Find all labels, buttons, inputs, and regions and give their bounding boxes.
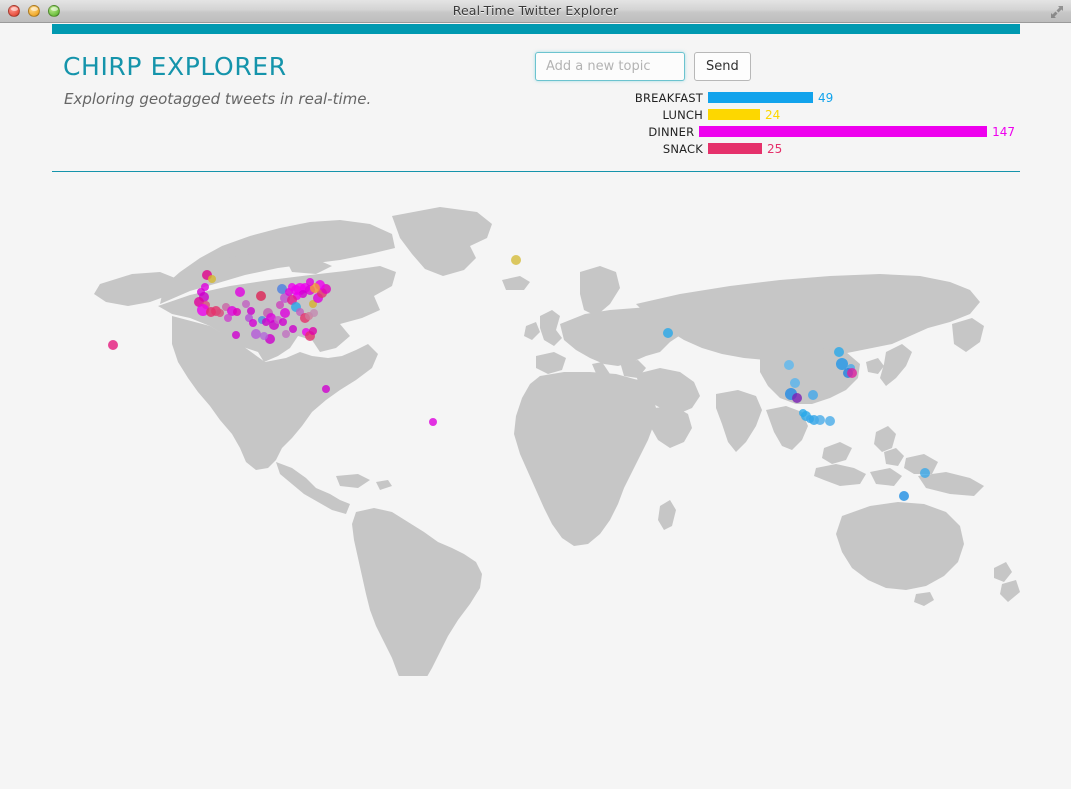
bar-label: LUNCH: [662, 107, 703, 122]
bar-track: 24: [708, 108, 1015, 122]
window-titlebar: Real-Time Twitter Explorer: [0, 0, 1071, 23]
bar-value: 147: [992, 124, 1015, 139]
send-button[interactable]: Send: [694, 52, 751, 81]
bar-row[interactable]: DINNER 147: [585, 124, 1015, 139]
window-title: Real-Time Twitter Explorer: [452, 3, 619, 18]
add-topic-form: Send: [535, 52, 751, 81]
bar-value: 49: [818, 90, 834, 105]
bar-label: SNACK: [662, 141, 703, 156]
bar-value: 24: [765, 107, 781, 122]
bar-track: 147: [699, 125, 1015, 139]
map-panel[interactable]: [0, 176, 1071, 789]
bar-row[interactable]: SNACK 25: [585, 141, 1015, 156]
page-tagline: Exploring geotagged tweets in real-time.: [64, 90, 372, 108]
world-landmasses: [94, 207, 1020, 676]
bar-fill: [708, 92, 813, 103]
header-divider: [52, 171, 1020, 172]
page-header: CHIRP EXPLORER Exploring geotagged tweet…: [52, 40, 1020, 171]
topic-bar-chart: BREAKFAST 49 LUNCH 24 DINNER 147 SNACK 25: [585, 90, 1015, 158]
bar-fill: [708, 143, 762, 154]
app-window: Real-Time Twitter Explorer CHIRP EXPLORE…: [0, 0, 1071, 789]
resize-grip-icon[interactable]: [1049, 4, 1065, 20]
bar-label: BREAKFAST: [634, 90, 703, 105]
bar-track: 25: [708, 142, 1015, 156]
page-title: CHIRP EXPLORER: [63, 52, 287, 81]
bar-row[interactable]: BREAKFAST 49: [585, 90, 1015, 105]
accent-bar: [52, 24, 1020, 34]
bar-fill: [699, 126, 988, 137]
bar-row[interactable]: LUNCH 24: [585, 107, 1015, 122]
bar-fill: [708, 109, 760, 120]
topic-input[interactable]: [535, 52, 685, 81]
world-map[interactable]: [40, 176, 1040, 676]
bar-track: 49: [708, 91, 1015, 105]
bar-label: DINNER: [648, 124, 695, 139]
bar-value: 25: [767, 141, 783, 156]
